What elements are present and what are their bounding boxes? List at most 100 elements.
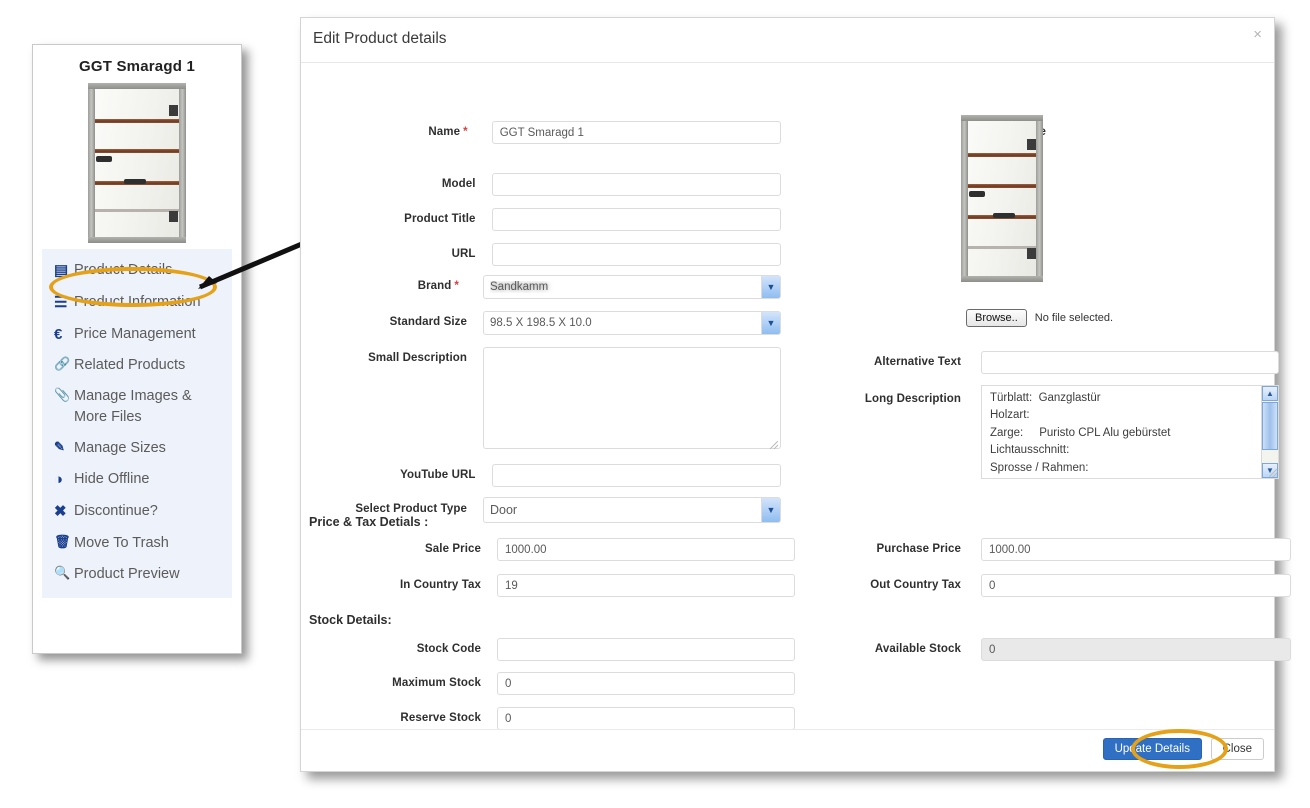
field-row-out-country-tax: Out Country Tax [831, 574, 1291, 597]
field-row-standard-size: Standard Size 98.5 X 198.5 X 10.0 ▼ [301, 299, 781, 335]
product-type-label: Select Product Type [355, 503, 467, 515]
model-input[interactable] [491, 173, 781, 196]
close-icon[interactable]: × [1253, 27, 1262, 42]
sidebar-item-move-to-trash[interactable]: 🗑 Move To Trash [42, 528, 232, 559]
maximum-stock-input[interactable] [497, 672, 795, 695]
close-button[interactable]: Close [1210, 738, 1264, 760]
stock-code-label: Stock Code [416, 643, 481, 655]
field-row-sale-price: Sale Price [301, 538, 795, 561]
field-row-in-country-tax: In Country Tax [301, 574, 795, 597]
stock-section-heading: Stock Details: [309, 613, 392, 627]
in-country-tax-label: In Country Tax [399, 579, 481, 591]
product-action-menu: ▤ Product Details ☰ Product Information … [42, 249, 232, 598]
field-row-name: Name * [301, 121, 781, 144]
purchase-price-label: Purchase Price [876, 543, 961, 555]
modal-footer: Update Details Close [301, 729, 1274, 772]
list-document-icon: ▤ [54, 262, 69, 279]
magnifier-icon: 🔍 [54, 564, 71, 580]
sidebar-item-label: Discontinue? [74, 503, 158, 520]
product-sidebar-panel: GGT Smaragd 1 ▤ Product Details ☰ Produc… [32, 44, 242, 654]
product-title-label: Product Title [404, 213, 476, 225]
required-marker: * [454, 280, 459, 292]
sidebar-item-label: Product Preview [74, 565, 180, 582]
field-row-available-stock: Available Stock [831, 638, 1291, 661]
sidebar-item-related-products[interactable]: 🔗 Related Products [42, 350, 232, 381]
image-preview [961, 115, 1043, 282]
resize-grip-icon[interactable] [770, 441, 778, 449]
sidebar-item-manage-images[interactable]: 📎 Manage Images & More Files [42, 381, 232, 433]
sidebar-item-label: Manage Sizes [74, 440, 166, 457]
standard-size-select[interactable]: 98.5 X 198.5 X 10.0 [483, 311, 781, 335]
sidebar-item-label: Hide Offline [74, 471, 150, 488]
paperclip-icon: 📎 [54, 387, 71, 403]
reserve-stock-input[interactable] [497, 707, 795, 730]
field-row-product-title: Product Title [301, 208, 781, 231]
panel-title: GGT Smaragd 1 [79, 58, 195, 75]
field-row-model: Model [301, 173, 781, 196]
available-stock-input [981, 638, 1291, 661]
field-row-youtube-url: YouTube URL [301, 464, 781, 487]
sidebar-item-price-management[interactable]: € Price Management [42, 319, 232, 351]
long-description-box[interactable]: Türblatt: Ganzglastür Holzart: Zarge: Pu… [981, 385, 1279, 479]
sidebar-item-label: Product Details [74, 262, 173, 278]
door-thumbnail-image [88, 83, 186, 243]
modal-body: Name* Model Product Title URL Brand* San… [301, 63, 1291, 730]
field-row-brand: Brand * Sandkamm ▼ [301, 263, 781, 299]
in-country-tax-input[interactable] [497, 574, 795, 597]
available-stock-label: Available Stock [874, 643, 961, 655]
name-label: Name * [428, 126, 468, 138]
product-title-input[interactable] [491, 208, 781, 231]
small-description-textarea[interactable] [483, 347, 781, 449]
scroll-up-icon[interactable]: ▲ [1262, 386, 1278, 401]
euro-icon: € [54, 325, 63, 343]
brand-select[interactable]: Sandkamm [483, 275, 781, 299]
file-upload-row: Browse.. No file selected. [966, 309, 1113, 327]
field-row-maximum-stock: Maximum Stock [301, 672, 795, 695]
long-description-text: Türblatt: Ganzglastür Holzart: Zarge: Pu… [990, 392, 1171, 474]
scrollbar-thumb[interactable] [1262, 402, 1278, 450]
field-row-long-description: Long Description [831, 388, 961, 405]
reserve-stock-label: Reserve Stock [400, 712, 481, 724]
out-country-tax-input[interactable] [981, 574, 1291, 597]
alternative-text-label: Alternative Text [873, 356, 961, 368]
long-description-scrollbar[interactable]: ▲ ▼ [1261, 386, 1278, 478]
sidebar-item-hide-offline[interactable]: ◑ Hide Offline [42, 464, 232, 496]
long-description-label: Long Description [864, 393, 961, 405]
modal-title: Edit Product details [313, 30, 447, 47]
brand-label: Brand * [417, 280, 459, 292]
sidebar-item-label: Related Products [74, 357, 186, 374]
sidebar-item-label: Manage Images & More Files [74, 388, 192, 426]
sale-price-input[interactable] [497, 538, 795, 561]
field-row-small-description: Small Description [301, 347, 781, 454]
alternative-text-input[interactable] [981, 351, 1279, 374]
eye-slash-icon: ◑ [54, 471, 64, 489]
sidebar-item-product-details[interactable]: ▤ Product Details [42, 255, 232, 287]
field-row-purchase-price: Purchase Price [831, 538, 1291, 561]
browse-button[interactable]: Browse.. [966, 309, 1027, 327]
product-type-select[interactable]: Door [483, 497, 781, 523]
sidebar-item-product-preview[interactable]: 🔍 Product Preview [42, 559, 232, 590]
edit-square-icon: ✎ [54, 439, 65, 455]
url-label: URL [451, 248, 476, 260]
sidebar-item-discontinue[interactable]: ✖ Discontinue? [42, 496, 232, 528]
standard-size-label: Standard Size [389, 316, 467, 328]
field-row-alternative-text: Alternative Text [831, 351, 1279, 374]
youtube-url-input[interactable] [491, 464, 781, 487]
required-marker: * [463, 126, 468, 138]
sidebar-item-label: Price Management [74, 325, 196, 342]
resize-grip-icon[interactable] [1269, 469, 1277, 477]
sidebar-item-manage-sizes[interactable]: ✎ Manage Sizes [42, 433, 232, 464]
out-country-tax-label: Out Country Tax [870, 579, 961, 591]
cross-icon: ✖ [54, 503, 67, 521]
stock-code-input[interactable] [497, 638, 795, 661]
sidebar-item-label: Product Information [74, 293, 201, 310]
panel-door-image-wrap [33, 83, 241, 249]
maximum-stock-label: Maximum Stock [392, 677, 481, 689]
name-input[interactable] [491, 121, 781, 144]
lines-icon: ☰ [54, 293, 68, 311]
link-icon: 🔗 [54, 356, 71, 372]
sidebar-item-product-information[interactable]: ☰ Product Information [42, 287, 232, 319]
purchase-price-input[interactable] [981, 538, 1291, 561]
update-details-button[interactable]: Update Details [1102, 738, 1202, 760]
modal-header: Edit Product details × [301, 18, 1274, 63]
